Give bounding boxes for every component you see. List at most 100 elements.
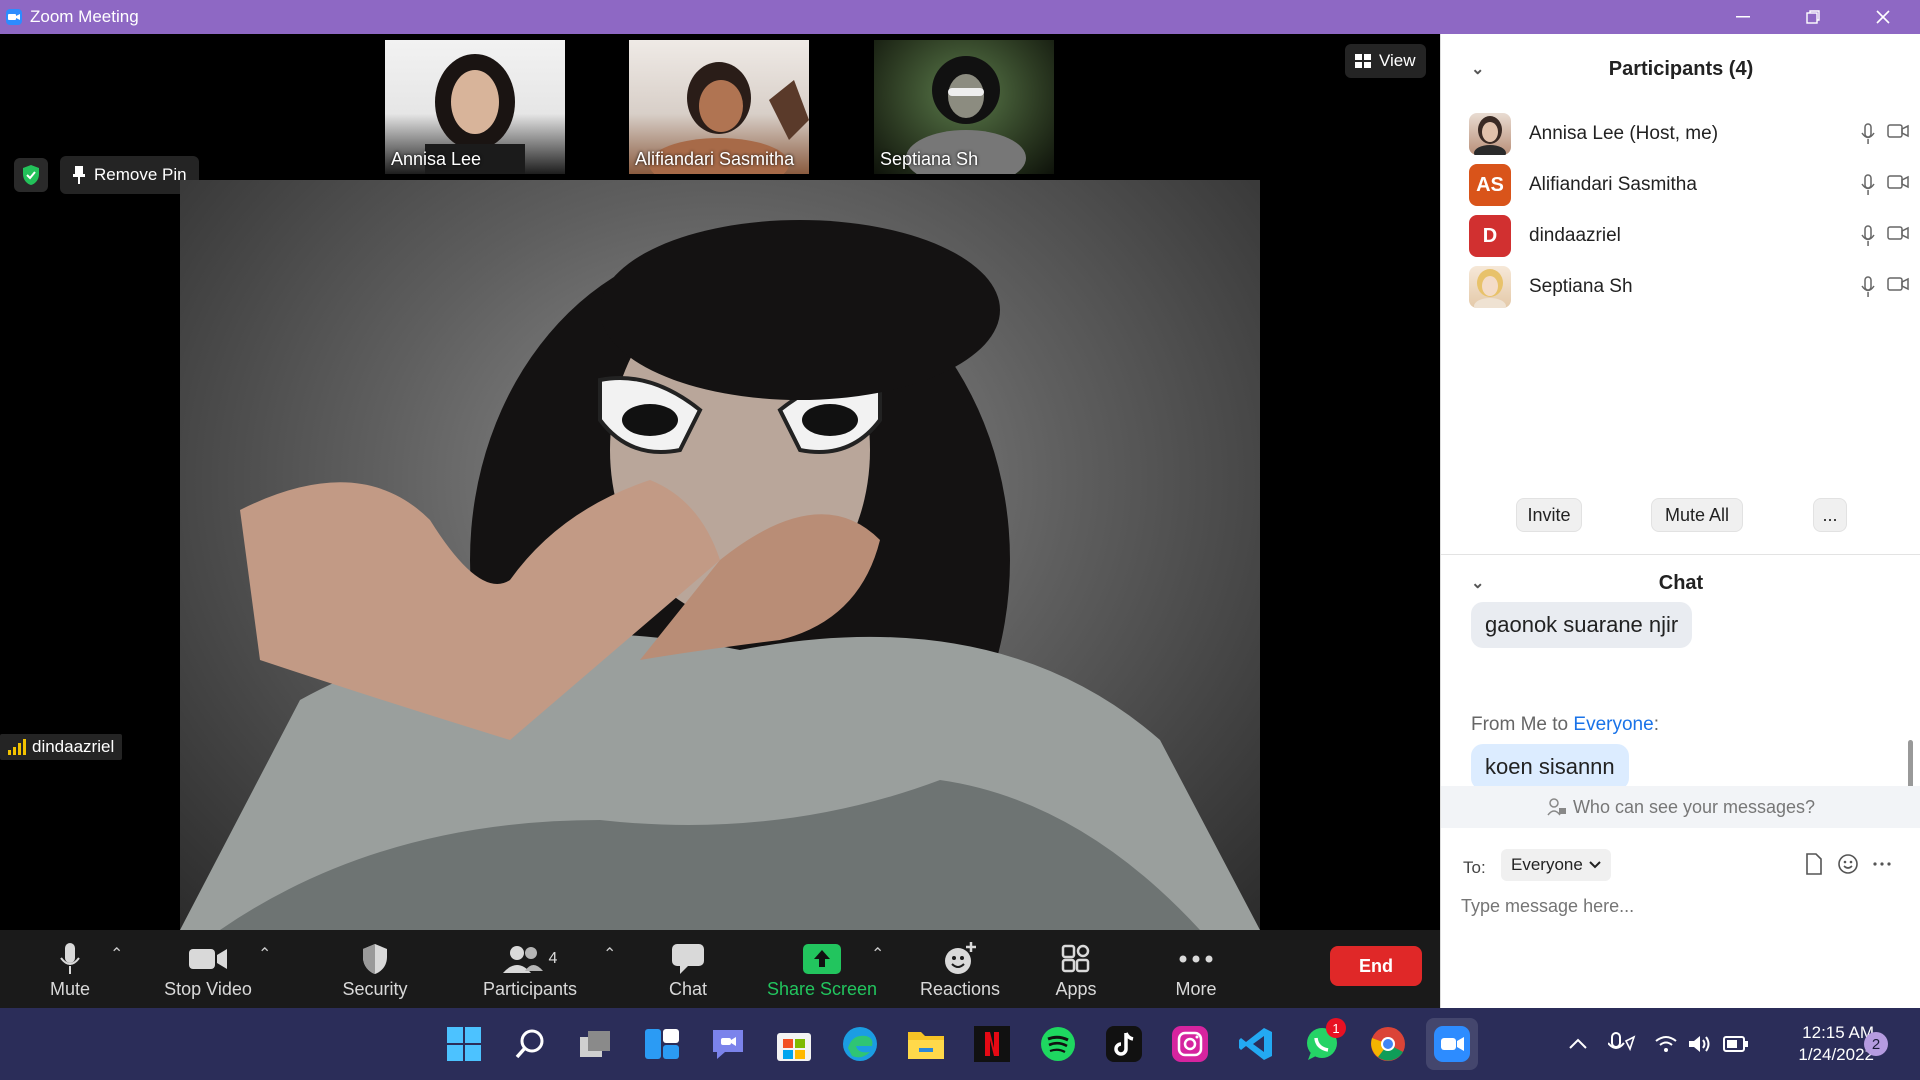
search-icon[interactable] xyxy=(508,1022,552,1066)
participants-title: Participants (4) xyxy=(1608,57,1754,80)
video-camera-icon xyxy=(189,949,227,969)
microphone-icon[interactable] xyxy=(1861,225,1875,247)
video-tile-annisa[interactable]: Annisa Lee xyxy=(385,40,565,174)
microphone-icon[interactable] xyxy=(1861,123,1875,145)
spotify-icon[interactable] xyxy=(1036,1022,1080,1066)
divider xyxy=(1441,554,1920,555)
chat-button[interactable]: Chat xyxy=(648,930,728,1008)
whatsapp-icon[interactable]: 1 xyxy=(1300,1018,1346,1066)
chat-header: ⌄ Chat xyxy=(1441,566,1920,600)
main-video[interactable] xyxy=(180,180,1260,930)
active-speaker-name: dindaazriel xyxy=(32,737,115,756)
avatar: D xyxy=(1469,215,1511,257)
microphone-icon[interactable] xyxy=(1861,174,1875,196)
video-camera-icon[interactable] xyxy=(1887,225,1909,241)
chat-message-input[interactable] xyxy=(1461,886,1901,926)
task-view-icon[interactable] xyxy=(574,1022,618,1066)
participants-count: 4 xyxy=(548,950,558,967)
reactions-smiley-icon xyxy=(945,942,976,974)
title-bar: Zoom Meeting xyxy=(0,0,1920,34)
video-camera-icon[interactable] xyxy=(1887,123,1909,139)
teams-chat-icon[interactable] xyxy=(706,1022,750,1066)
zoom-taskbar-icon[interactable] xyxy=(1426,1018,1478,1070)
video-camera-icon[interactable] xyxy=(1887,174,1909,190)
from-prefix: From Me to xyxy=(1471,714,1574,735)
battery-icon[interactable] xyxy=(1714,1022,1758,1066)
end-meeting-button[interactable]: End xyxy=(1330,946,1422,986)
tile-name: Annisa Lee xyxy=(391,149,482,169)
participant-row[interactable]: Annisa Lee (Host, me) xyxy=(1469,110,1909,158)
netflix-icon[interactable] xyxy=(970,1022,1014,1066)
participants-button[interactable]: 4 Participants xyxy=(480,930,580,1008)
remove-pin-button[interactable]: Remove Pin xyxy=(60,156,199,194)
mute-label: Mute xyxy=(49,979,91,999)
participant-name: Annisa Lee (Host, me) xyxy=(1529,123,1719,144)
participant-name: Septiana Sh xyxy=(1529,276,1633,297)
participant-row[interactable]: D dindaazriel xyxy=(1469,212,1909,260)
minimize-icon[interactable] xyxy=(1708,0,1778,34)
vscode-icon[interactable] xyxy=(1234,1022,1278,1066)
participant-name: dindaazriel xyxy=(1529,225,1621,246)
video-camera-icon[interactable] xyxy=(1887,276,1909,292)
microphone-icon xyxy=(60,943,80,974)
chat-more-icon[interactable] xyxy=(1873,862,1891,866)
recipient-select[interactable]: Everyone xyxy=(1501,849,1611,881)
tiktok-icon[interactable] xyxy=(1102,1022,1146,1066)
more-button[interactable]: More xyxy=(1156,930,1236,1008)
chat-scrollbar[interactable] xyxy=(1906,590,1914,818)
participant-row[interactable]: AS Alifiandari Sasmitha xyxy=(1469,161,1909,209)
to-label: To: xyxy=(1463,858,1486,877)
security-shield-icon xyxy=(363,944,387,974)
chat-bubble-icon xyxy=(672,944,704,974)
video-options-caret-icon[interactable]: ⌃ xyxy=(258,944,271,964)
edge-browser-icon[interactable] xyxy=(838,1022,882,1066)
chrome-icon[interactable] xyxy=(1366,1022,1410,1066)
widgets-icon[interactable] xyxy=(640,1022,684,1066)
microsoft-store-icon[interactable] xyxy=(772,1022,816,1066)
video-tile-septiana[interactable]: Septiana Sh xyxy=(874,40,1054,174)
chevron-up-icon[interactable] xyxy=(1556,1022,1600,1066)
system-clock[interactable]: 12:15 AM 1/24/2022 xyxy=(1764,1022,1874,1066)
invite-button[interactable]: Invite xyxy=(1516,498,1582,532)
restore-icon[interactable] xyxy=(1778,0,1848,34)
participants-options-caret-icon[interactable]: ⌃ xyxy=(603,944,616,964)
share-options-caret-icon[interactable]: ⌃ xyxy=(871,944,884,964)
mute-all-button[interactable]: Mute All xyxy=(1651,498,1743,532)
side-panel: ⌄ Participants (4) Annisa Lee (Host, me)… xyxy=(1440,34,1920,1008)
mute-button[interactable]: Mute xyxy=(30,930,110,1008)
file-icon[interactable] xyxy=(1805,853,1823,875)
microphone-in-use-icon[interactable] xyxy=(1600,1022,1644,1066)
share-screen-button[interactable]: Share Screen xyxy=(764,930,880,1008)
tile-name: Septiana Sh xyxy=(880,149,979,169)
reactions-button[interactable]: Reactions xyxy=(910,930,1010,1008)
instagram-icon[interactable] xyxy=(1168,1022,1212,1066)
who-can-see-link[interactable]: Who can see your messages? xyxy=(1441,786,1920,828)
chat-label: Chat xyxy=(668,979,708,999)
collapse-chat-chevron-icon[interactable]: ⌄ xyxy=(1471,573,1484,593)
microphone-icon[interactable] xyxy=(1861,276,1875,298)
video-tile-alifiandari[interactable]: Alifiandari Sasmitha xyxy=(629,40,809,174)
avatar: AS xyxy=(1469,164,1511,206)
signal-strength-icon xyxy=(8,739,26,755)
start-windows-icon[interactable] xyxy=(442,1022,486,1066)
chat-message: koen sisannn xyxy=(1471,744,1629,790)
close-icon[interactable] xyxy=(1848,0,1918,34)
window-title: Zoom Meeting xyxy=(30,7,139,26)
view-button[interactable]: View xyxy=(1345,44,1426,78)
view-label: View xyxy=(1379,51,1416,70)
stop-video-button[interactable]: Stop Video xyxy=(158,930,258,1008)
encryption-shield-icon[interactable] xyxy=(14,158,48,192)
from-target[interactable]: Everyone xyxy=(1573,714,1653,735)
apps-button[interactable]: Apps xyxy=(1036,930,1116,1008)
more-dots-icon xyxy=(1179,955,1213,963)
collapse-participants-chevron-icon[interactable]: ⌄ xyxy=(1471,59,1484,79)
mute-options-caret-icon[interactable]: ⌃ xyxy=(110,944,123,964)
file-explorer-icon[interactable] xyxy=(904,1022,948,1066)
security-button[interactable]: Security xyxy=(330,930,420,1008)
notification-count-badge[interactable]: 2 xyxy=(1864,1032,1888,1056)
emoji-icon[interactable] xyxy=(1837,853,1859,875)
participants-icon xyxy=(502,946,543,973)
participants-more-button[interactable]: ... xyxy=(1813,498,1847,532)
participant-row[interactable]: Septiana Sh xyxy=(1469,263,1909,311)
avatar xyxy=(1469,266,1511,308)
